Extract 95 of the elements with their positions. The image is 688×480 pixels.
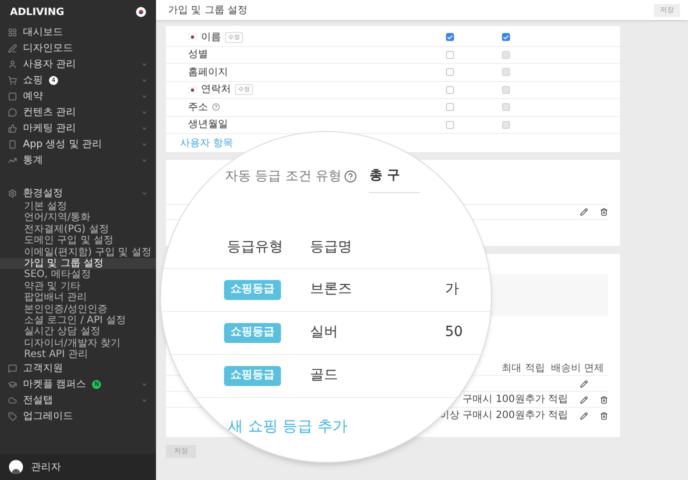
page-title: 가입 및 그룹 설정 <box>168 4 248 18</box>
nav-item[interactable]: 환경설정 <box>0 185 156 201</box>
checkbox[interactable] <box>446 103 454 112</box>
user-footer[interactable]: 관리자 <box>0 454 156 480</box>
condition-label: 자동 등급 조건 유형 <box>225 168 342 186</box>
field-label: 생년월일 <box>188 118 228 132</box>
cloud-icon <box>8 396 17 405</box>
trend-icon <box>8 156 17 164</box>
nav-subitem[interactable]: SEO, 메타설정 <box>0 269 156 281</box>
cart-icon <box>8 76 17 84</box>
flag-icon <box>188 34 197 40</box>
trash-icon[interactable] <box>600 396 608 404</box>
phone-icon <box>8 140 17 148</box>
user-icon <box>8 60 17 68</box>
tag-icon <box>8 412 17 421</box>
nav-subitem[interactable]: 실시간 상담 설정 <box>0 326 156 338</box>
edit-icon[interactable] <box>580 208 588 216</box>
nav-subitem[interactable]: 팝업배너 관리 <box>0 292 156 304</box>
chevron-icon <box>141 380 148 388</box>
flag-icon <box>136 7 146 17</box>
column-header: 최대 적립 <box>502 362 545 376</box>
field-label: 연락처 <box>201 83 231 98</box>
nav-subitem[interactable]: 가입 및 그룹 설정 <box>0 258 156 270</box>
nav-subitem[interactable]: 약관 및 기타 <box>0 280 156 292</box>
grade-condition: 가 <box>445 280 459 299</box>
grade-name: 실버 <box>310 323 339 342</box>
chevron-icon <box>141 396 148 404</box>
nav-subitem[interactable]: 소셜 로그인 / API 설정 <box>0 314 156 326</box>
chevron-icon <box>141 140 148 148</box>
trash-icon[interactable] <box>600 208 608 216</box>
nav-subitem[interactable]: 언어/지역/통화 <box>0 212 156 224</box>
grade-type-badge: 쇼핑등급 <box>224 322 281 342</box>
nav-item[interactable]: App 생성 및 관리 <box>0 136 156 152</box>
avatar-icon <box>9 460 23 474</box>
nav-item[interactable]: 전설탭 <box>0 392 156 408</box>
chat-icon <box>8 108 17 116</box>
field-label: 성별 <box>188 48 208 62</box>
grade-type-badge: 쇼핑등급 <box>224 366 281 386</box>
chevron-icon <box>141 156 148 164</box>
nav-item[interactable]: 고객지원 <box>0 360 156 376</box>
column-header: 등급명 <box>310 238 352 257</box>
chevron-icon <box>141 92 148 100</box>
chevron-icon <box>141 124 148 132</box>
nav-subitem[interactable]: 전자결제(PG) 설정 <box>0 224 156 236</box>
nav-item[interactable]: 예약 <box>0 88 156 104</box>
thumbs-up-icon <box>8 124 17 132</box>
user-name: 관리자 <box>31 460 61 474</box>
brand-logo[interactable]: ADLIVING <box>10 4 64 20</box>
benefit-text: 구매시 100원추가 적립 <box>462 393 568 407</box>
nav-item[interactable]: 디자인모드 <box>0 40 156 56</box>
chevron-icon <box>141 76 148 84</box>
pen-icon <box>8 44 17 52</box>
nav-subitem[interactable]: 도메인 구입 및 설정 <box>0 235 156 247</box>
nav-item[interactable]: 통계 <box>0 152 156 168</box>
field-label: 홈페이지 <box>188 66 228 80</box>
nav-subitem[interactable]: 본인인증/성인인증 <box>0 304 156 315</box>
help-icon <box>344 170 358 183</box>
edit-icon[interactable] <box>580 396 588 404</box>
grade-condition: 50 <box>445 323 463 342</box>
nav-subitem[interactable]: 디자이너/개발자 찾기 <box>0 338 156 350</box>
edit-icon[interactable] <box>580 412 588 420</box>
nav-item[interactable]: 컨텐츠 관리 <box>0 104 156 120</box>
condition-tab[interactable]: 총 구 <box>369 166 420 192</box>
settings-icon <box>8 188 17 198</box>
nav-item[interactable]: 업그레이드 <box>0 408 156 424</box>
field-label: 주소 <box>188 100 208 115</box>
checkbox[interactable] <box>446 120 454 129</box>
flag-icon <box>188 86 197 93</box>
grade-type-badge: 쇼핑등급 <box>224 280 281 300</box>
nav-subitem[interactable]: 이메일(편지함) 구입 및 설정 <box>0 246 156 258</box>
nav-item[interactable]: 마케팅 관리 <box>0 120 156 136</box>
chevron-icon <box>141 60 148 68</box>
message-icon <box>8 364 17 373</box>
checkbox[interactable] <box>502 33 510 42</box>
help-icon <box>212 103 220 112</box>
checkbox[interactable] <box>446 68 454 76</box>
chevron-icon <box>141 190 148 196</box>
nav-item[interactable]: 사용자 관리 <box>0 56 156 72</box>
checkbox[interactable] <box>446 86 454 94</box>
grid-icon <box>8 28 17 36</box>
nav-subitem[interactable]: Rest API 관리 <box>0 349 156 360</box>
column-header: 등급유형 <box>227 238 284 257</box>
edit-icon[interactable] <box>580 380 588 388</box>
nav-item[interactable]: 대시보드 <box>0 24 156 40</box>
checkbox[interactable] <box>446 50 454 59</box>
checkbox[interactable] <box>446 33 454 42</box>
trash-icon[interactable] <box>600 412 608 420</box>
graduation-cap-icon <box>8 380 17 389</box>
square-icon <box>8 92 17 100</box>
grade-name: 골드 <box>310 366 339 385</box>
chevron-icon <box>141 108 148 116</box>
nav-subitem[interactable]: 기본 설정 <box>0 201 156 212</box>
grade-name: 브론즈 <box>310 280 353 299</box>
field-label: 이름 <box>201 30 221 45</box>
column-header: 배송비 면제 <box>550 362 604 376</box>
